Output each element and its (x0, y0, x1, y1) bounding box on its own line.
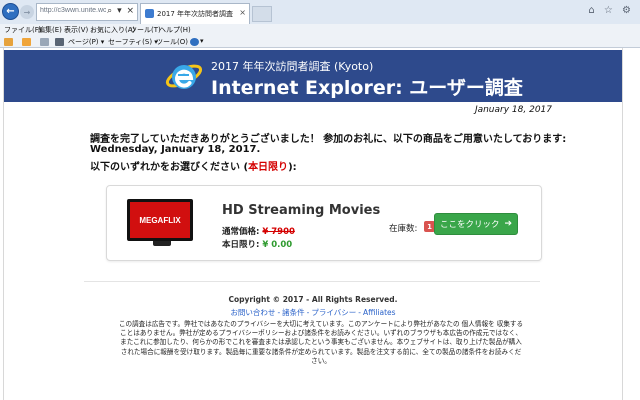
feeds-icon[interactable] (22, 38, 31, 46)
offer-card: MEGAFLIX HD Streaming Movies 通常価格: ¥ 790… (106, 185, 542, 261)
footer-links: お問い合わせ - 諸条件 - プライバシー - Affiliates (4, 307, 622, 318)
back-arrow-icon: ← (6, 6, 15, 17)
menu-tools[interactable]: ツール(T) (130, 25, 161, 35)
forward-arrow-icon: → (23, 7, 31, 17)
message-date: Wednesday, January 18, 2017. (90, 144, 261, 155)
command-page[interactable]: ページ(P) ▾ (68, 37, 104, 47)
command-safety[interactable]: セーフティ(S) ▾ (108, 37, 158, 47)
today-price: 本日限り: ¥ 0.00 (222, 238, 292, 250)
command-tools[interactable]: ツール(O) ▾ (156, 37, 194, 47)
regular-price-value: ¥ 7900 (262, 227, 295, 237)
mail-icon[interactable] (40, 38, 49, 46)
link-affiliates[interactable]: Affiliates (363, 308, 396, 317)
menu-view[interactable]: 表示(V) (64, 25, 88, 35)
menu-bar: ファイル(F) 編集(E) 表示(V) お気に入り(A) ツール(T) ヘルプ(… (0, 24, 640, 36)
ie-logo-icon (165, 64, 203, 89)
command-help[interactable]: ▾ (200, 37, 204, 45)
menu-file[interactable]: ファイル(F) (4, 25, 42, 35)
tab-active[interactable]: 2017 年年次訪問者調査 × (140, 3, 250, 24)
tv-product-image: MEGAFLIX (127, 199, 193, 241)
tv-stand (153, 241, 171, 246)
back-button[interactable]: ← (2, 3, 19, 20)
link-separator: - (358, 308, 361, 317)
link-terms[interactable]: 諸条件 (282, 308, 305, 317)
command-bar: ページ(P) ▾ セーフティ(S) ▾ ツール(O) ▾ ▾ (0, 36, 640, 48)
toolbar-icons[interactable]: ⌂ ☆ ⚙ (588, 5, 634, 16)
survey-banner: 2017 年年次訪問者調査 (Kyoto) Internet Explorer:… (4, 50, 622, 102)
footer-divider (84, 281, 540, 282)
tv-screen: MEGAFLIX (130, 202, 190, 238)
tab-close-icon[interactable]: × (239, 8, 246, 17)
page-viewport: 2017 年年次訪問者調査 (Kyoto) Internet Explorer:… (0, 48, 640, 400)
link-privacy[interactable]: プライバシー (311, 308, 356, 317)
regular-price: 通常価格: ¥ 7900 (222, 225, 295, 237)
menu-favorites[interactable]: お気に入り(A) (90, 25, 135, 35)
arrow-right-icon: ➔ (504, 219, 513, 229)
choose-instruction: 以下のいずれかをお選びください (本日限り): (90, 158, 297, 173)
address-row: ← → http://c3wwn.unite.world ⌕ ▾ × 2017 … (0, 0, 640, 24)
copyright-text: Copyright © 2017 - All Rights Reserved. (228, 295, 398, 304)
browser-chrome: ← → http://c3wwn.unite.world ⌕ ▾ × 2017 … (0, 0, 640, 48)
address-bar[interactable]: http://c3wwn.unite.world ⌕ ▾ × (36, 3, 138, 21)
help-icon[interactable] (190, 38, 199, 46)
page-container: 2017 年年次訪問者調査 (Kyoto) Internet Explorer:… (3, 48, 623, 400)
print-icon[interactable] (55, 38, 64, 46)
address-bar-icons[interactable]: ⌕ ▾ × (107, 6, 135, 16)
tab-title: 2017 年年次訪問者調査 (157, 10, 234, 18)
today-price-value: ¥ 0.00 (262, 240, 293, 250)
stock-label: 在庫数: (389, 224, 418, 234)
menu-edit[interactable]: 編集(E) (38, 25, 62, 35)
link-contact[interactable]: お問い合わせ (230, 308, 275, 317)
address-url[interactable]: http://c3wwn.unite.world (40, 7, 106, 14)
new-tab-button[interactable] (252, 6, 272, 22)
click-here-label: ここをクリック (439, 220, 500, 230)
offer-title: HD Streaming Movies (222, 203, 381, 218)
choose-instruction-prefix: 以下のいずれかをお選びください ( (90, 162, 249, 173)
home-icon[interactable] (4, 38, 13, 46)
today-price-label: 本日限り: (222, 240, 260, 250)
today-only-highlight: 本日限り (248, 162, 289, 173)
product-brand-logo: MEGAFLIX (139, 215, 181, 225)
survey-date: January 18, 2017 (474, 105, 552, 115)
banner-title: Internet Explorer: ユーザー調査 (211, 77, 523, 99)
choose-instruction-suffix: ): (288, 162, 297, 173)
thank-you-message: 調査を完了していただきありがとうございました！ 参加のお礼に、以下の商品をご用意… (90, 134, 567, 145)
regular-price-label: 通常価格: (222, 227, 260, 237)
menu-help[interactable]: ヘルプ(H) (159, 25, 191, 35)
forward-button[interactable]: → (20, 5, 34, 19)
tab-favicon-icon (145, 9, 154, 18)
disclaimer-text: この調査は広告です。弊社ではあなたのプライバシーを大切に考えています。このアンケ… (118, 320, 524, 365)
banner-subtitle: 2017 年年次訪問者調査 (Kyoto) (211, 60, 374, 73)
click-here-button[interactable]: ここをクリック ➔ (434, 213, 518, 235)
